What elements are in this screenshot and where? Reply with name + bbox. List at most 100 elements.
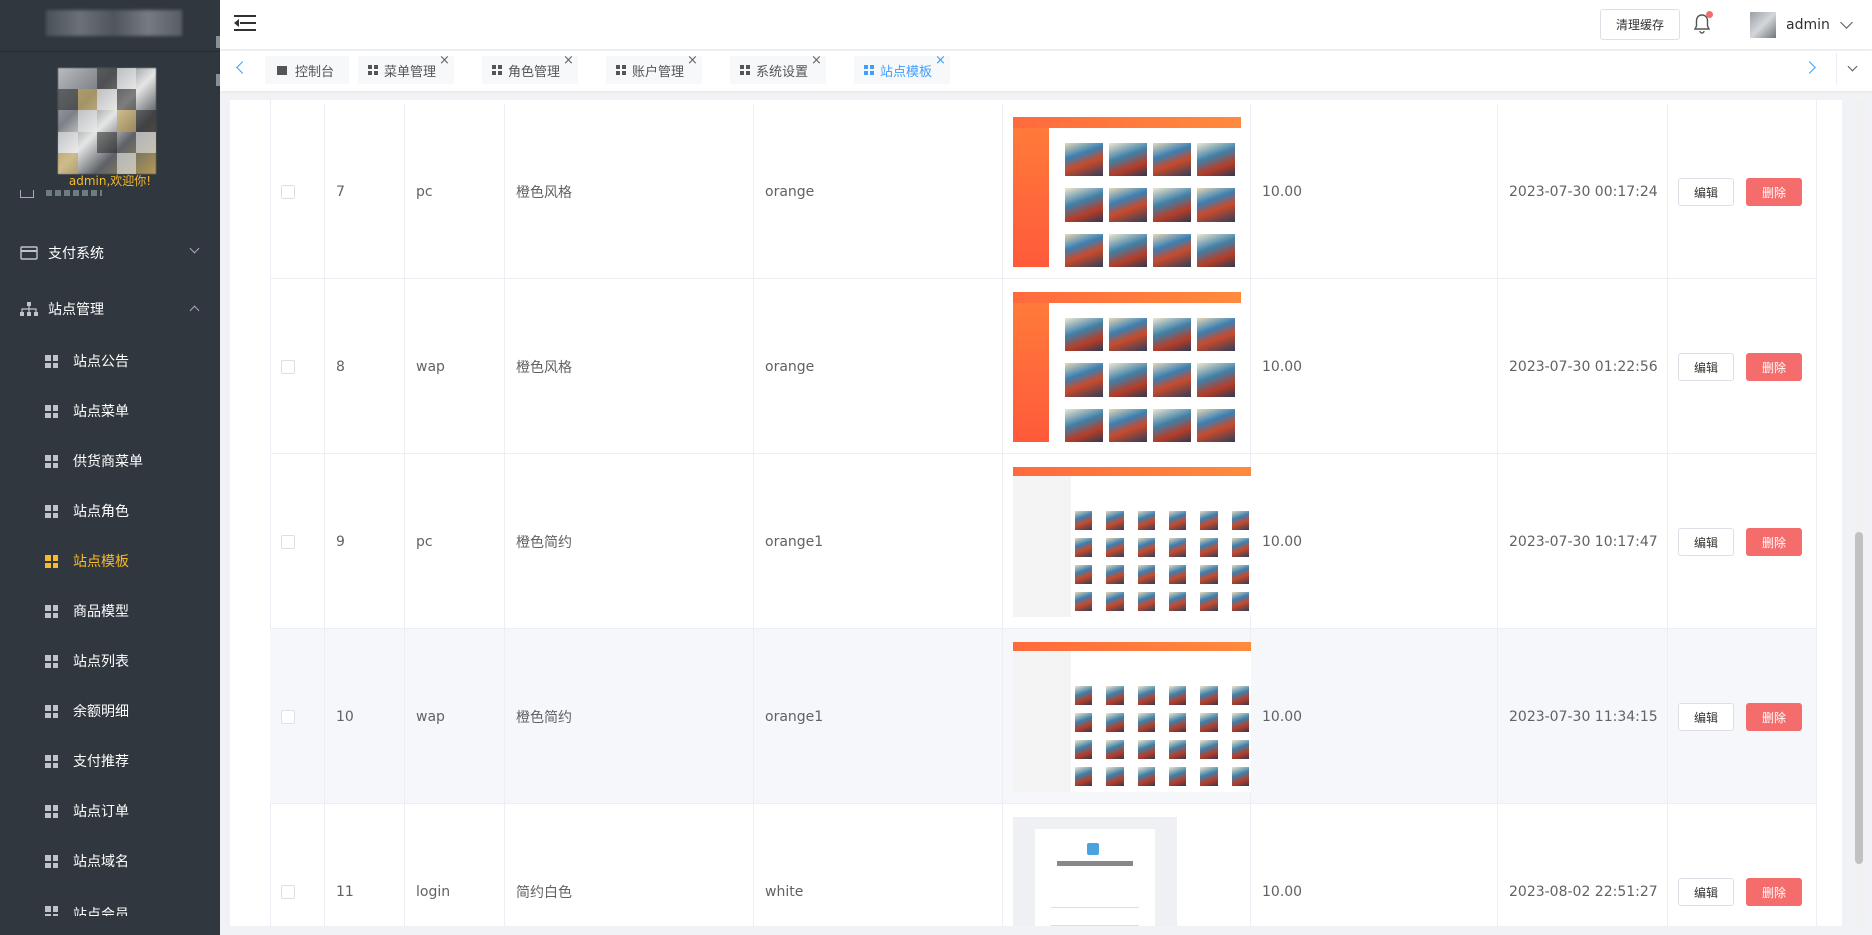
id-cell: 11 <box>325 804 405 926</box>
code-cell: orange1 <box>754 629 1003 804</box>
close-icon[interactable]: × <box>439 53 450 68</box>
edit-button[interactable]: 编辑 <box>1678 528 1734 556</box>
close-icon[interactable]: × <box>563 53 574 68</box>
select-cell <box>270 804 325 926</box>
menu-group-site[interactable]: 站点管理 <box>0 281 220 337</box>
menu-group-pay[interactable]: 支付系统 <box>0 225 220 281</box>
edit-button[interactable]: 编辑 <box>1678 178 1734 206</box>
table-row: 11 login 简约白色 white 10.00 2023-08-02 22:… <box>270 804 1816 926</box>
hamburger-icon[interactable] <box>234 14 256 32</box>
sidebar-item-label: 余额明细 <box>73 704 129 720</box>
row-checkbox[interactable] <box>281 184 295 199</box>
sidebar-item-label: 站点列表 <box>73 654 129 670</box>
sidebar-item-pay-recommend[interactable]: 支付推荐 <box>0 736 220 786</box>
grid-icon <box>45 555 58 568</box>
scrollbar-thumb[interactable] <box>1855 532 1863 864</box>
close-icon[interactable]: × <box>935 53 946 68</box>
name-cell: 橙色风格 <box>505 104 754 279</box>
sidebar-item-balance[interactable]: 余额明细 <box>0 686 220 736</box>
tab-account-manage[interactable]: 账户管理 × <box>606 53 702 84</box>
row-checkbox[interactable] <box>281 534 295 549</box>
platform-cell: wap <box>405 629 505 804</box>
edit-button[interactable]: 编辑 <box>1678 353 1734 381</box>
row-checkbox[interactable] <box>281 884 295 899</box>
code-cell: white <box>754 804 1003 926</box>
sidebar-item-members[interactable]: 站点会员 <box>0 886 220 916</box>
close-icon[interactable]: × <box>687 53 698 68</box>
tab-label: 控制台 <box>295 64 335 80</box>
tabs-bar: 控制台 菜单管理 × 角色管理 × 账户管理 × 系统设置 × 站点模板 × <box>220 51 1872 91</box>
logo-image <box>46 10 182 36</box>
card-icon <box>20 246 38 260</box>
chevron-right-icon[interactable] <box>1803 61 1816 74</box>
table-row: 9 pc 橙色简约 orange1 10.00 2023-07-30 10:17… <box>270 454 1816 629</box>
clear-cache-button[interactable]: 清理缓存 <box>1600 9 1680 40</box>
sidebar-item-domain[interactable]: 站点域名 <box>0 836 220 886</box>
chevron-down-icon[interactable] <box>1840 16 1853 29</box>
sidebar-item-label: 商品模型 <box>73 604 129 620</box>
sidebar-item-label: 供货商菜单 <box>73 454 143 470</box>
grid-icon <box>45 655 58 668</box>
price-cell: 10.00 <box>1251 804 1498 926</box>
avatar[interactable] <box>1750 12 1776 38</box>
grid-icon <box>616 65 626 75</box>
edit-button[interactable]: 编辑 <box>1678 878 1734 906</box>
chevron-down-icon <box>1847 61 1858 72</box>
preview-cell <box>1003 104 1251 279</box>
row-checkbox[interactable] <box>281 709 295 724</box>
top-header: 清理缓存 admin <box>220 0 1872 50</box>
preview-cell <box>1003 804 1251 926</box>
tab-role-manage[interactable]: 角色管理 × <box>482 53 578 84</box>
sidebar-item-supplier-menu[interactable]: 供货商菜单 <box>0 436 220 486</box>
sidebar-item-label: 支付推荐 <box>73 754 129 770</box>
sidebar-item-announcement[interactable]: 站点公告 <box>0 336 220 386</box>
sidebar-item-product-model[interactable]: 商品模型 <box>0 586 220 636</box>
grid-icon <box>45 355 58 368</box>
sidebar-item-template[interactable]: 站点模板 <box>0 536 220 586</box>
template-preview-image[interactable] <box>1013 817 1177 926</box>
delete-button[interactable]: 删除 <box>1746 353 1802 381</box>
welcome-text: admin,欢迎你! <box>68 174 152 188</box>
notification-badge <box>1706 11 1713 18</box>
tab-label: 角色管理 <box>508 64 561 80</box>
delete-button[interactable]: 删除 <box>1746 178 1802 206</box>
clipped-menu-item <box>0 190 220 206</box>
tab-label: 系统设置 <box>756 64 809 80</box>
grid-icon <box>368 65 378 75</box>
delete-button[interactable]: 删除 <box>1746 878 1802 906</box>
username[interactable]: admin <box>1786 17 1830 33</box>
tab-dashboard[interactable]: 控制台 <box>265 56 349 84</box>
delete-button[interactable]: 删除 <box>1746 528 1802 556</box>
name-cell: 橙色简约 <box>505 629 754 804</box>
chevron-left-icon[interactable] <box>236 61 249 74</box>
tab-menu-dropdown[interactable] <box>1836 53 1868 85</box>
sidebar-item-menu[interactable]: 站点菜单 <box>0 386 220 436</box>
platform-cell: login <box>405 804 505 926</box>
tab-system-settings[interactable]: 系统设置 × <box>730 53 826 84</box>
id-cell: 9 <box>325 454 405 629</box>
delete-button[interactable]: 删除 <box>1746 703 1802 731</box>
tab-site-template[interactable]: 站点模板 × <box>854 53 950 84</box>
template-preview-image[interactable] <box>1013 467 1251 617</box>
template-preview-image[interactable] <box>1013 292 1241 442</box>
template-preview-image[interactable] <box>1013 117 1241 267</box>
tab-label: 菜单管理 <box>384 64 437 80</box>
time-cell: 2023-07-30 10:17:47 <box>1498 454 1668 629</box>
row-checkbox[interactable] <box>281 359 295 374</box>
time-cell: 2023-07-30 11:34:15 <box>1498 629 1668 804</box>
close-icon[interactable]: × <box>811 53 822 68</box>
code-cell: orange <box>754 279 1003 454</box>
platform-cell: pc <box>405 454 505 629</box>
sidebar-item-role[interactable]: 站点角色 <box>0 486 220 536</box>
table-row: 7 pc 橙色风格 orange 10.00 2023-07-30 00:17:… <box>270 104 1816 279</box>
sitemap-icon <box>20 302 38 316</box>
template-preview-image[interactable] <box>1013 642 1251 792</box>
sidebar-item-orders[interactable]: 站点订单 <box>0 786 220 836</box>
time-cell: 2023-07-30 00:17:24 <box>1498 104 1668 279</box>
menu-group-label: 支付系统 <box>48 246 104 262</box>
sidebar-item-label: 站点模板 <box>73 554 129 570</box>
grid-icon <box>45 505 58 518</box>
sidebar-item-site-list[interactable]: 站点列表 <box>0 636 220 686</box>
tab-menu-manage[interactable]: 菜单管理 × <box>358 53 454 84</box>
edit-button[interactable]: 编辑 <box>1678 703 1734 731</box>
